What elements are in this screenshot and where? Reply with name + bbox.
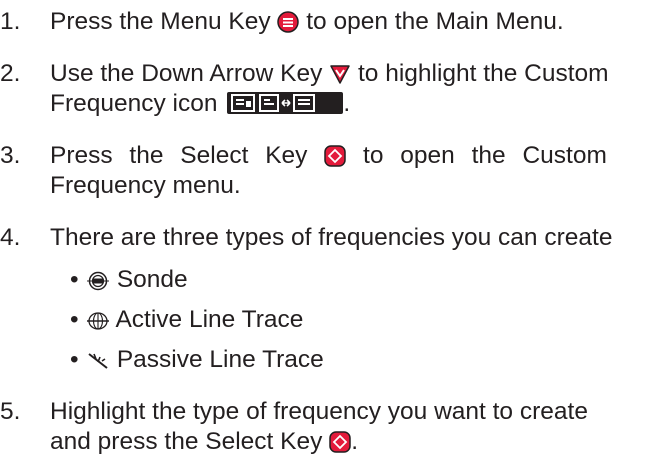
down-arrow-key-icon: [330, 65, 350, 84]
step-text: Use the Down Arrow Key to highlight the …: [50, 60, 609, 87]
menu-key-icon: [277, 11, 300, 33]
active-line-trace-icon: [87, 312, 109, 330]
step-number: 3.: [0, 142, 21, 169]
frequency-type-label: Passive Line Trace: [116, 346, 324, 373]
custom-frequency-icon: [227, 92, 344, 114]
step-text: Frequency icon .: [50, 90, 351, 117]
instruction-document: 1. Press the Menu Key to open the Main M…: [0, 8, 613, 455]
step-number: 4.: [0, 224, 21, 251]
sonde-icon: [87, 271, 109, 291]
step-number: 5.: [0, 398, 21, 425]
step-text: Frequency menu.: [50, 172, 241, 199]
step-text: and press the Select Key .: [50, 428, 359, 455]
step-number: 2.: [0, 60, 21, 87]
select-key-icon: [324, 145, 346, 167]
frequency-type-label: Sonde: [116, 266, 188, 293]
step-text: Highlight the type of frequency you want…: [50, 398, 588, 425]
step-text: Press the Menu Key to open the Main Menu…: [50, 8, 564, 35]
frequency-type-label: Active Line Trace: [115, 306, 304, 333]
step-text: Press the Select Key to open the Custom: [50, 142, 607, 169]
step-number: 1.: [0, 8, 21, 35]
select-key-icon: [329, 431, 351, 453]
step-text: There are three types of frequencies you…: [50, 224, 613, 251]
passive-line-trace-icon: [88, 353, 108, 369]
